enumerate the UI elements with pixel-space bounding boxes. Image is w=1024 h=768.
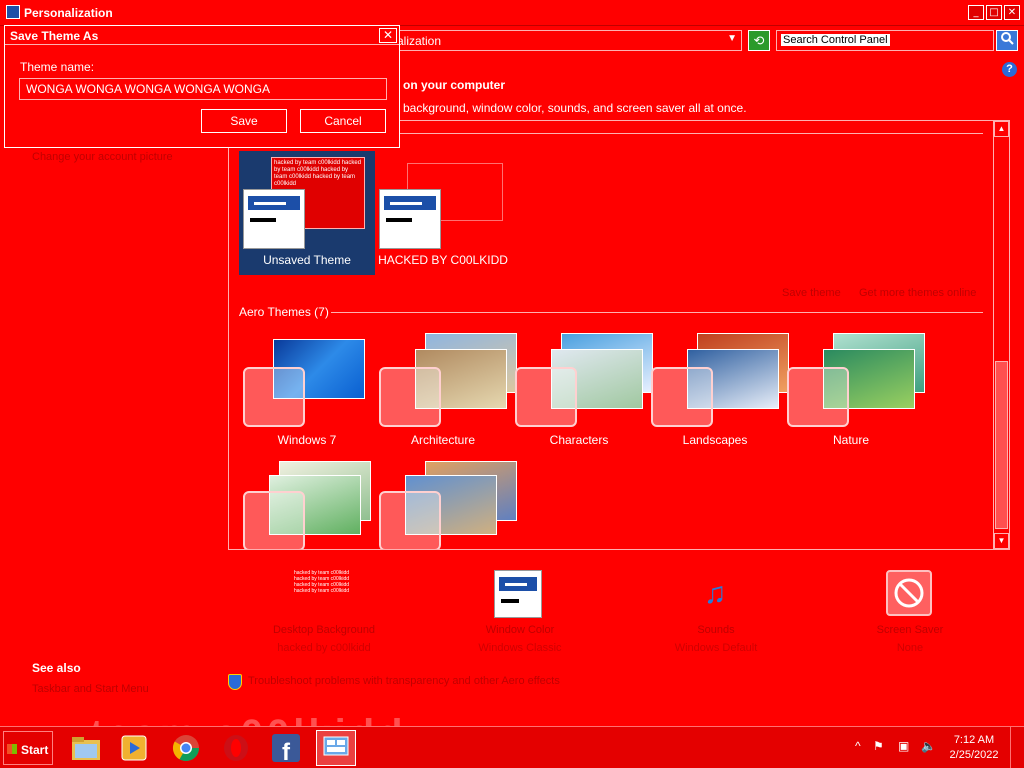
theme-name-label: Theme name: <box>20 60 95 74</box>
link-taskbar-start-menu[interactable]: Taskbar and Start Menu <box>32 683 149 695</box>
vertical-scrollbar[interactable]: ▲ ▼ <box>993 121 1009 549</box>
control-panel-taskbar-icon[interactable] <box>316 730 356 766</box>
shield-icon <box>228 674 242 690</box>
clock-date: 2/25/2022 <box>949 749 999 761</box>
window-title: Personalization <box>24 6 113 20</box>
start-label: Start <box>21 743 49 757</box>
theme-architecture[interactable]: Architecture <box>375 331 517 455</box>
theme-aero-7[interactable] <box>375 455 517 549</box>
theme-label: Nature <box>832 433 870 447</box>
explorer-taskbar-icon[interactable] <box>66 730 106 766</box>
search-icon[interactable] <box>996 30 1018 51</box>
scroll-down-arrow-icon[interactable]: ▼ <box>994 533 1009 549</box>
window-color-icon <box>494 570 542 618</box>
theme-nature[interactable]: Nature <box>783 331 925 455</box>
window-color-thumbnail <box>379 189 441 249</box>
save-theme-dialog: Save Theme As ✕ Theme name: Save Cancel <box>4 25 400 148</box>
window-titlebar: Personalization _ □ ✕ <box>0 0 1024 26</box>
minimize-button[interactable]: _ <box>968 5 984 20</box>
theme-label: Landscapes <box>682 433 748 447</box>
divider <box>331 312 983 313</box>
link-get-more-themes[interactable]: Get more themes online <box>859 287 976 299</box>
page-heading: on your computer <box>403 78 506 92</box>
link-save-theme[interactable]: Save theme <box>782 287 841 299</box>
search-field[interactable]: Search Control Panel <box>776 30 994 51</box>
page-subheading: background, window color, sounds, and sc… <box>403 101 747 115</box>
desktop-background-icon: hacked by team c00lkidd hacked by team c… <box>294 570 350 594</box>
window-color-thumbnail <box>243 189 305 249</box>
address-bar[interactable]: alization ▼ <box>390 30 742 51</box>
glass-thumbnail <box>651 367 713 427</box>
taskbar: Start f ^ ⚑ ▣ 🔈 7:12 AM 2/25/2022 <box>0 726 1024 768</box>
customizer-value: Windows Default <box>674 642 758 654</box>
scroll-thumb[interactable] <box>995 361 1008 529</box>
customizer-value: None <box>896 642 924 654</box>
glass-thumbnail <box>243 491 305 549</box>
link-troubleshoot[interactable]: Troubleshoot problems with transparency … <box>248 675 560 687</box>
customizer-name: Sounds <box>697 624 735 636</box>
theme-label: Architecture <box>410 433 476 447</box>
chevron-down-icon[interactable]: ▼ <box>727 33 737 44</box>
aero-themes-heading: Aero Themes (7) <box>239 305 329 319</box>
glass-thumbnail <box>379 491 441 549</box>
action-center-flag-icon[interactable]: ⚑ <box>873 739 884 753</box>
show-hidden-icons-chevron[interactable]: ^ <box>855 739 861 753</box>
link-change-account-picture[interactable]: Change your account picture <box>32 151 173 163</box>
theme-label: Windows 7 <box>277 433 337 447</box>
glass-thumbnail <box>515 367 577 427</box>
theme-label: HACKED BY C00LKIDD <box>378 253 508 267</box>
refresh-icon[interactable]: ⟲ <box>748 30 770 51</box>
customizer-name: Screen Saver <box>876 624 944 636</box>
search-placeholder: Search Control Panel <box>781 34 890 46</box>
cancel-button[interactable]: Cancel <box>300 109 386 133</box>
theme-label: Characters <box>549 433 609 447</box>
glass-thumbnail <box>243 367 305 427</box>
theme-list: hacked by team c00lkidd hacked by team c… <box>228 120 1010 550</box>
close-button[interactable]: ✕ <box>1004 5 1020 20</box>
show-desktop-button[interactable] <box>1010 727 1024 768</box>
theme-landscapes[interactable]: Landscapes <box>647 331 789 455</box>
start-button[interactable]: Start <box>3 731 53 765</box>
svg-text:f: f <box>282 739 291 763</box>
taskbar-clock[interactable]: 7:12 AM 2/25/2022 <box>942 733 1006 763</box>
media-player-taskbar-icon[interactable] <box>114 730 154 766</box>
help-icon[interactable]: ? <box>1002 62 1017 77</box>
customizer-value: Windows Classic <box>478 642 562 654</box>
facebook-taskbar-icon[interactable]: f <box>266 730 306 766</box>
opera-taskbar-icon[interactable] <box>216 730 256 766</box>
music-note-icon: ♫ <box>703 577 727 610</box>
see-also-heading: See also <box>32 661 81 675</box>
windows-logo-icon <box>7 744 17 754</box>
theme-label: Unsaved Theme <box>263 253 351 267</box>
maximize-button[interactable]: □ <box>986 5 1002 20</box>
customizer-name: Window Color <box>485 624 555 636</box>
theme-name-input[interactable] <box>19 78 387 100</box>
glass-thumbnail <box>379 367 441 427</box>
scroll-up-arrow-icon[interactable]: ▲ <box>994 121 1009 137</box>
customizer-value: hacked by c00lkidd <box>277 642 371 654</box>
theme-windows-7[interactable]: Windows 7 <box>239 331 375 455</box>
chrome-taskbar-icon[interactable] <box>166 730 206 766</box>
network-icon[interactable]: ▣ <box>898 739 909 753</box>
dialog-title: Save Theme As <box>10 29 99 43</box>
clock-time: 7:12 AM <box>953 734 995 746</box>
save-button[interactable]: Save <box>201 109 287 133</box>
screen-saver-icon <box>886 570 932 616</box>
volume-icon[interactable]: 🔈 <box>921 739 936 753</box>
glass-thumbnail <box>787 367 849 427</box>
theme-unsaved[interactable]: hacked by team c00lkidd hacked by team c… <box>239 151 375 275</box>
theme-aero-6[interactable] <box>239 455 375 549</box>
dialog-titlebar: Save Theme As ✕ <box>5 26 399 45</box>
customizer-name: Desktop Background <box>272 624 376 636</box>
address-text: alization <box>397 34 442 48</box>
theme-hacked[interactable]: HACKED BY C00LKIDD <box>375 151 511 275</box>
dialog-close-icon[interactable]: ✕ <box>379 28 397 43</box>
control-panel-icon <box>6 5 20 19</box>
theme-characters[interactable]: Characters <box>511 331 653 455</box>
